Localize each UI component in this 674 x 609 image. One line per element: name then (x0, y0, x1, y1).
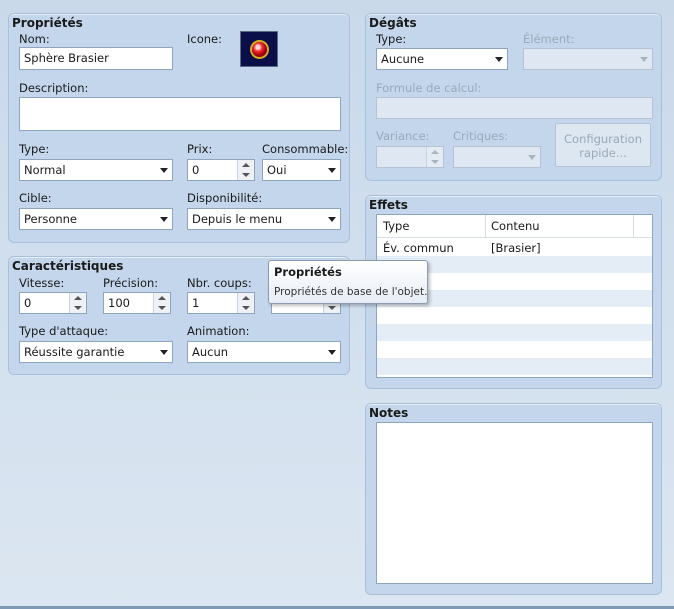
properties-tooltip: Propriétés Propriétés de base de l'objet… (268, 260, 428, 304)
formula-input[interactable] (376, 97, 653, 119)
attack-type-select[interactable]: Réussite garantie (19, 341, 173, 363)
chevron-down-icon (328, 217, 336, 222)
critical-select[interactable] (453, 146, 541, 168)
availability-select[interactable]: Depuis le menu (187, 208, 341, 230)
description-label: Description: (19, 81, 89, 95)
chevron-down-icon (160, 168, 168, 173)
price-label: Prix: (187, 142, 213, 156)
arrow-down-icon[interactable] (242, 306, 250, 310)
consumable-select[interactable]: Oui (262, 159, 341, 181)
damage-panel: Dégâts Type: Aucune Élément: Formule de … (365, 13, 662, 181)
hits-stepper[interactable]: 1 (187, 292, 255, 314)
quick-config-button[interactable]: Configuration rapide... (555, 123, 651, 167)
notes-textarea[interactable] (376, 422, 653, 584)
hits-label: Nbr. coups: (187, 276, 252, 290)
column-separator (633, 215, 634, 237)
critical-label: Critiques: (453, 129, 509, 143)
characteristics-title: Caractéristiques (12, 259, 124, 273)
notes-panel: Notes (365, 403, 662, 595)
damage-title: Dégâts (369, 16, 417, 30)
target-select[interactable]: Personne (19, 208, 173, 230)
stepper-buttons[interactable] (69, 293, 86, 313)
notes-title: Notes (369, 406, 409, 420)
availability-select-value: Depuis le menu (192, 212, 283, 226)
damage-type-select-value: Aucune (381, 52, 425, 66)
stepper-buttons[interactable] (153, 293, 170, 313)
item-icon-selector[interactable] (240, 31, 278, 67)
arrow-up-icon[interactable] (242, 296, 250, 300)
icon-label: Icone: (187, 32, 222, 46)
precision-value: 100 (108, 296, 130, 310)
type-select-value: Normal (24, 163, 66, 177)
arrow-up-icon[interactable] (74, 296, 82, 300)
column-separator (485, 215, 486, 237)
properties-title: Propriétés (12, 16, 83, 30)
stepper-buttons[interactable] (237, 160, 254, 180)
consumable-label: Consommable: (262, 142, 349, 156)
price-stepper[interactable]: 0 (187, 159, 255, 181)
tooltip-text: Propriétés de base de l'objet. (274, 286, 428, 298)
effect-content-cell: [Brasier] (491, 241, 541, 255)
arrow-down-icon[interactable] (328, 306, 336, 310)
damage-type-select[interactable]: Aucune (376, 48, 508, 70)
red-orb-icon (252, 42, 267, 57)
hits-value: 1 (192, 296, 200, 310)
variance-label: Variance: (376, 129, 430, 143)
column-type-header[interactable]: Type (383, 219, 409, 233)
arrow-up-icon[interactable] (431, 150, 439, 154)
attack-type-select-value: Réussite garantie (24, 345, 125, 359)
damage-type-label: Type: (376, 32, 407, 46)
table-row[interactable] (377, 341, 652, 358)
element-select[interactable] (523, 48, 653, 70)
properties-panel: Propriétés Nom: Sphère Brasier Icone: De… (8, 13, 350, 243)
animation-label: Animation: (187, 324, 250, 338)
chevron-down-icon (640, 57, 648, 62)
animation-select-value: Aucun (192, 345, 229, 359)
type-select[interactable]: Normal (19, 159, 173, 181)
element-label: Élément: (523, 32, 575, 46)
arrow-down-icon[interactable] (431, 160, 439, 164)
target-label: Cible: (19, 191, 52, 205)
table-row[interactable] (377, 307, 652, 324)
attack-type-label: Type d'attaque: (19, 324, 109, 338)
name-label: Nom: (19, 32, 50, 46)
type-label: Type: (19, 142, 50, 156)
arrow-down-icon[interactable] (74, 306, 82, 310)
chevron-down-icon (160, 217, 168, 222)
chevron-down-icon (160, 350, 168, 355)
tooltip-title: Propriétés (274, 265, 342, 279)
chevron-down-icon (328, 168, 336, 173)
table-row[interactable] (377, 358, 652, 375)
chevron-down-icon (328, 350, 336, 355)
arrow-down-icon[interactable] (242, 173, 250, 177)
description-input[interactable] (19, 97, 341, 131)
effects-table-header: Type Contenu (377, 215, 652, 238)
consumable-select-value: Oui (267, 163, 287, 177)
speed-value: 0 (24, 296, 32, 310)
speed-label: Vitesse: (19, 276, 65, 290)
table-row[interactable]: Év. commun [Brasier] (377, 239, 652, 256)
column-content-header[interactable]: Contenu (491, 219, 540, 233)
chevron-down-icon (495, 57, 503, 62)
price-value: 0 (192, 163, 200, 177)
chevron-down-icon (528, 155, 536, 160)
arrow-down-icon[interactable] (158, 306, 166, 310)
name-input[interactable]: Sphère Brasier (19, 47, 173, 70)
precision-stepper[interactable]: 100 (103, 292, 171, 314)
availability-label: Disponibilité: (187, 191, 263, 205)
arrow-up-icon[interactable] (242, 163, 250, 167)
arrow-up-icon[interactable] (158, 296, 166, 300)
formula-label: Formule de calcul: (376, 81, 482, 95)
target-select-value: Personne (24, 212, 78, 226)
table-row[interactable] (377, 324, 652, 341)
stepper-buttons[interactable] (426, 147, 443, 167)
stepper-buttons[interactable] (237, 293, 254, 313)
effects-title: Effets (369, 198, 408, 212)
precision-label: Précision: (103, 276, 159, 290)
animation-select[interactable]: Aucun (187, 341, 341, 363)
variance-stepper[interactable] (376, 146, 444, 168)
effect-type-cell: Év. commun (383, 241, 454, 255)
speed-stepper[interactable]: 0 (19, 292, 87, 314)
